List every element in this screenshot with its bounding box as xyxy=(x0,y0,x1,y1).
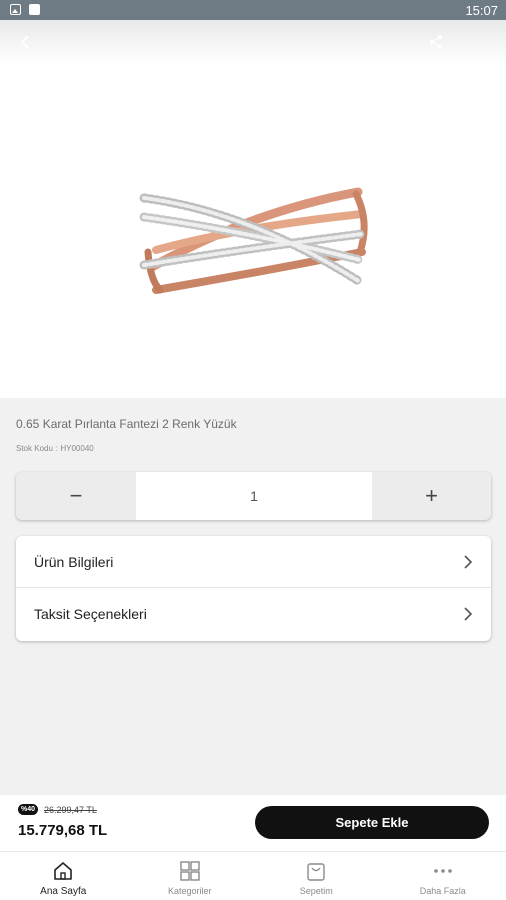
stock-code: Stok Kodu : HY00040 xyxy=(16,444,94,453)
product-hero xyxy=(0,20,506,398)
installment-options-row[interactable]: Taksit Seçenekleri xyxy=(16,588,491,640)
nav-label-categories: Kategoriler xyxy=(167,886,212,896)
stock-code-label: Stok Kodu : xyxy=(16,444,58,453)
status-notification-icons xyxy=(10,4,40,15)
nav-item-cart[interactable]: Sepetim xyxy=(253,852,380,900)
chevron-right-icon xyxy=(464,554,473,569)
share-icon xyxy=(429,34,443,50)
more-dots-icon xyxy=(431,859,455,883)
chevron-right-icon xyxy=(464,607,473,621)
nav-item-home[interactable]: Ana Sayfa xyxy=(0,852,127,900)
quantity-value[interactable]: 1 xyxy=(136,472,372,520)
product-title: 0.65 Karat Pırlanta Fantezi 2 Renk Yüzük xyxy=(16,417,237,431)
add-to-cart-button[interactable]: Sepete Ekle xyxy=(255,806,489,839)
quantity-stepper: − 1 + xyxy=(16,472,491,520)
product-ring-image xyxy=(139,187,368,294)
home-icon xyxy=(51,859,75,883)
nav-item-more[interactable]: Daha Fazla xyxy=(380,852,506,900)
chevron-left-icon xyxy=(20,35,29,49)
product-info-row[interactable]: Ürün Bilgileri xyxy=(16,536,491,588)
nav-label-cart: Sepetim xyxy=(299,886,333,896)
grid-icon xyxy=(178,859,202,883)
share-button[interactable] xyxy=(422,28,450,56)
bottom-nav: Ana Sayfa Kategoriler Sepetim Daha Fazla xyxy=(0,851,506,900)
status-bar: 15:07 xyxy=(0,0,506,20)
shopping-bag-icon xyxy=(304,859,328,883)
discount-badge: %40 xyxy=(18,804,39,815)
cart-bar: %40 26.299,47 TL 15.779,68 TL Sepete Ekl… xyxy=(0,795,506,851)
product-info-label: Ürün Bilgileri xyxy=(34,553,114,570)
status-time: 15:07 xyxy=(465,3,498,18)
back-button[interactable] xyxy=(12,28,40,56)
old-price-line: %40 26.299,47 TL xyxy=(18,804,97,815)
installment-options-label: Taksit Seçenekleri xyxy=(34,606,147,622)
nav-label-more: Daha Fazla xyxy=(419,886,466,896)
nav-label-home: Ana Sayfa xyxy=(40,886,87,897)
card-notification-icon xyxy=(29,4,40,15)
info-card: Ürün Bilgileri Taksit Seçenekleri xyxy=(16,536,491,641)
stock-code-value: HY00040 xyxy=(60,444,94,453)
old-price: 26.299,47 TL xyxy=(44,804,97,815)
quantity-increase-button[interactable]: + xyxy=(372,472,491,520)
quantity-decrease-button[interactable]: − xyxy=(16,472,136,520)
current-price: 15.779,68 TL xyxy=(18,822,108,839)
nav-item-categories[interactable]: Kategoriler xyxy=(127,852,254,900)
image-notification-icon xyxy=(10,4,21,15)
